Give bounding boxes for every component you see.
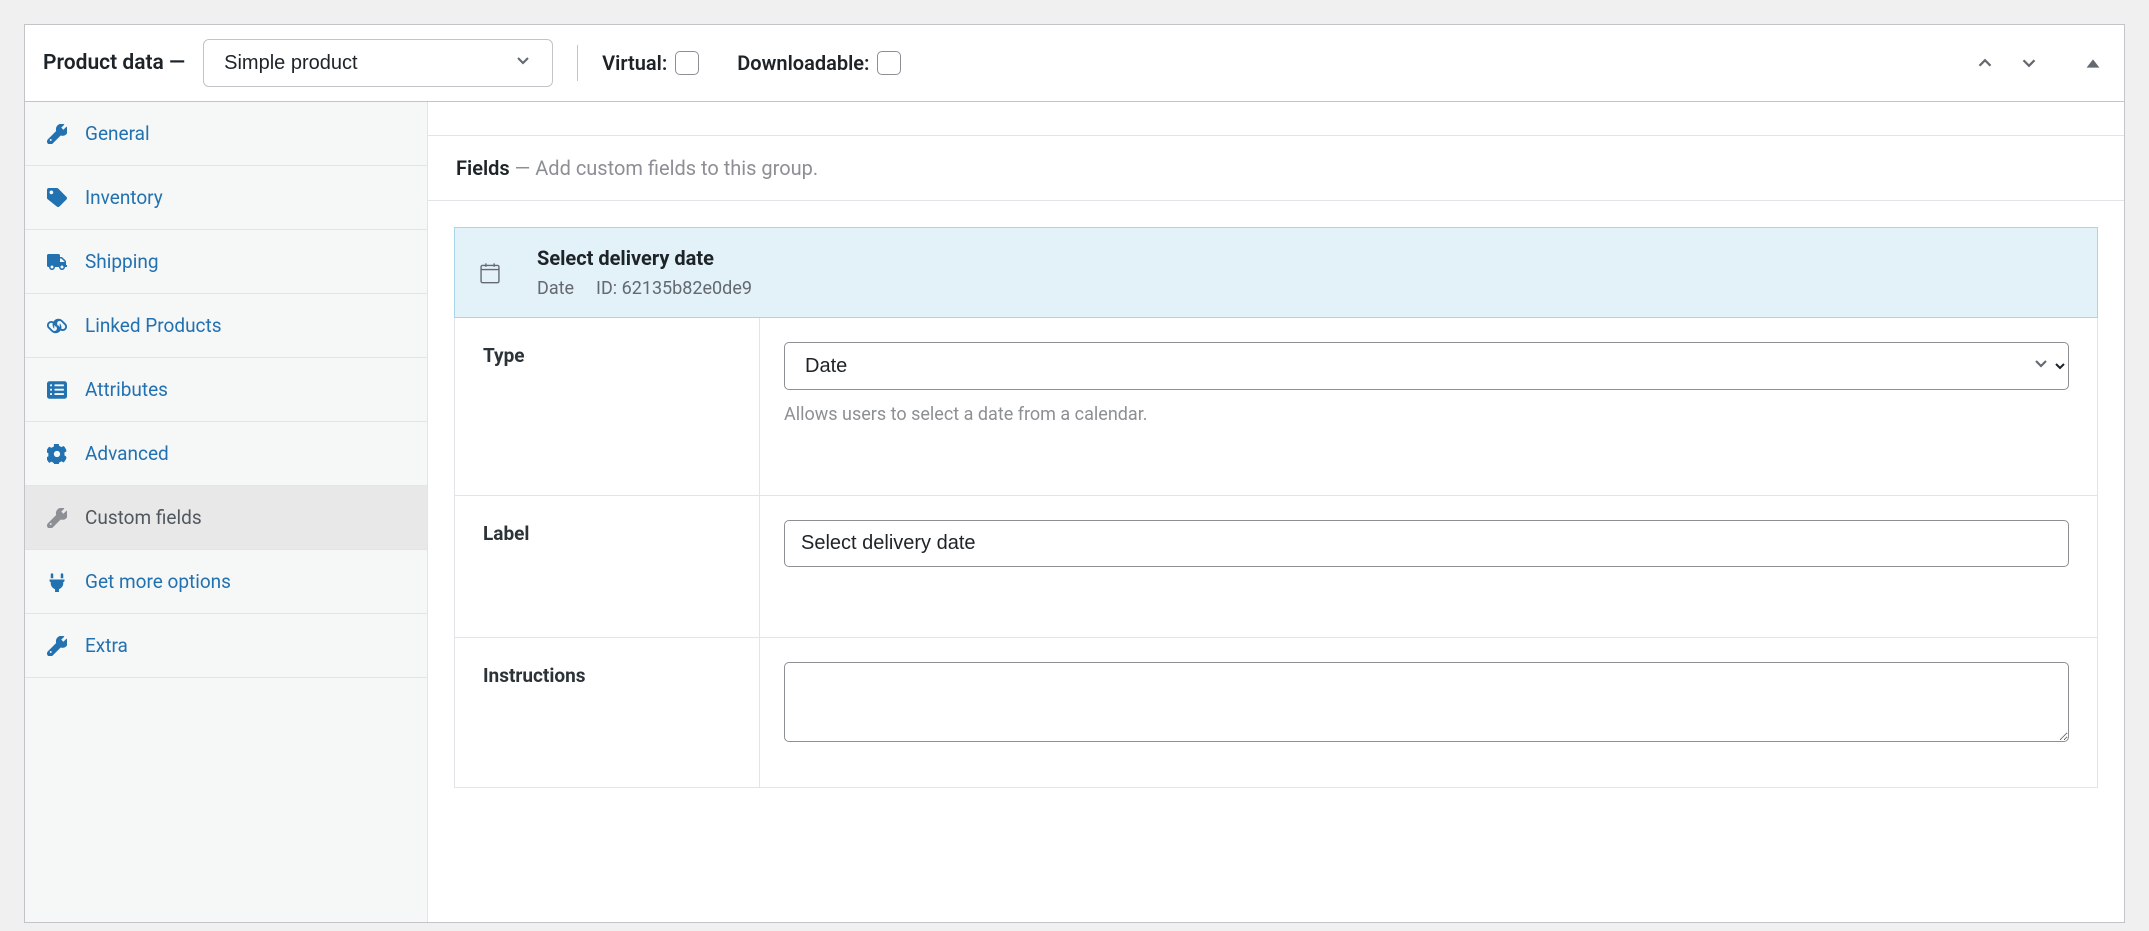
sidebar-item-general[interactable]: General bbox=[25, 102, 427, 166]
sidebar-item-get-more-options[interactable]: Get more options bbox=[25, 550, 427, 614]
collapse-toggle[interactable] bbox=[2080, 50, 2106, 76]
fields-heading: Fields — Add custom fields to this group… bbox=[428, 136, 2124, 201]
wrench-icon bbox=[47, 636, 67, 656]
downloadable-toggle[interactable]: Downloadable: bbox=[737, 51, 901, 75]
label-label: Label bbox=[455, 496, 760, 637]
field-type-badge: Date bbox=[537, 278, 574, 299]
sidebar-item-extra[interactable]: Extra bbox=[25, 614, 427, 678]
field-card-info: Select delivery date Date ID: 62135b82e0… bbox=[537, 246, 752, 299]
content-top-spacer bbox=[428, 102, 2124, 136]
field-card-wrap: Select delivery date Date ID: 62135b82e0… bbox=[428, 201, 2124, 814]
content-area: Fields — Add custom fields to this group… bbox=[428, 102, 2124, 922]
instructions-control bbox=[760, 638, 2097, 787]
sidebar-item-label: Get more options bbox=[85, 570, 231, 593]
list-icon bbox=[47, 380, 67, 400]
separator bbox=[577, 45, 578, 81]
sidebar-item-label: Advanced bbox=[85, 442, 169, 465]
form-row-type: Type Date Allows users to select a dat bbox=[455, 318, 2097, 496]
panel-title: Product data — bbox=[43, 51, 185, 75]
virtual-toggle[interactable]: Virtual: bbox=[602, 51, 699, 75]
type-select[interactable]: Date bbox=[784, 342, 2069, 390]
form-row-instructions: Instructions bbox=[455, 638, 2097, 787]
downloadable-checkbox[interactable] bbox=[877, 51, 901, 75]
move-up-button[interactable] bbox=[1972, 50, 1998, 76]
field-card-header[interactable]: Select delivery date Date ID: 62135b82e0… bbox=[454, 227, 2098, 318]
wrench-icon bbox=[47, 124, 67, 144]
virtual-label: Virtual: bbox=[602, 51, 667, 75]
gear-icon bbox=[47, 444, 67, 464]
product-type-select[interactable]: Simple product bbox=[203, 39, 553, 87]
move-down-button[interactable] bbox=[2016, 50, 2042, 76]
sidebar-item-attributes[interactable]: Attributes bbox=[25, 358, 427, 422]
sidebar-item-label: Extra bbox=[85, 634, 128, 657]
label-input[interactable] bbox=[784, 520, 2069, 567]
type-help: Allows users to select a date from a cal… bbox=[784, 404, 2069, 425]
sidebar-item-label: Shipping bbox=[85, 250, 159, 273]
sidebar-item-label: Inventory bbox=[85, 186, 163, 209]
sidebar-item-label: General bbox=[85, 122, 150, 145]
sidebar-item-linked-products[interactable]: Linked Products bbox=[25, 294, 427, 358]
sidebar: General Inventory Shipping Linked Produc… bbox=[25, 102, 428, 922]
product-type-select-wrap: Simple product bbox=[203, 39, 553, 87]
truck-icon bbox=[47, 252, 67, 272]
tag-icon bbox=[47, 188, 67, 208]
label-control bbox=[760, 496, 2097, 637]
fields-label: Fields bbox=[456, 156, 510, 180]
link-icon bbox=[47, 316, 67, 336]
type-select-wrap: Date bbox=[784, 342, 2069, 390]
wrench-icon bbox=[47, 508, 67, 528]
sidebar-item-advanced[interactable]: Advanced bbox=[25, 422, 427, 486]
field-id: ID: 62135b82e0de9 bbox=[596, 278, 752, 299]
field-meta: Date ID: 62135b82e0de9 bbox=[537, 278, 752, 299]
panel-header: Product data — Simple product Virtual: D… bbox=[25, 25, 2124, 102]
instructions-textarea[interactable] bbox=[784, 662, 2069, 742]
product-data-panel: Product data — Simple product Virtual: D… bbox=[24, 24, 2125, 923]
instructions-label: Instructions bbox=[455, 638, 760, 787]
panel-body: General Inventory Shipping Linked Produc… bbox=[25, 102, 2124, 922]
type-label: Type bbox=[455, 318, 760, 495]
downloadable-label: Downloadable: bbox=[737, 51, 869, 75]
type-control: Date Allows users to select a date from … bbox=[760, 318, 2097, 495]
sidebar-item-label: Linked Products bbox=[85, 314, 222, 337]
field-title: Select delivery date bbox=[537, 246, 752, 270]
fields-sep: — bbox=[510, 156, 536, 180]
sidebar-item-label: Custom fields bbox=[85, 506, 202, 529]
sidebar-item-inventory[interactable]: Inventory bbox=[25, 166, 427, 230]
sidebar-item-custom-fields[interactable]: Custom fields bbox=[25, 486, 427, 550]
calendar-icon bbox=[479, 262, 501, 284]
sidebar-item-label: Attributes bbox=[85, 378, 168, 401]
plug-icon bbox=[47, 572, 67, 592]
sidebar-item-shipping[interactable]: Shipping bbox=[25, 230, 427, 294]
form-row-label: Label bbox=[455, 496, 2097, 638]
fields-hint: Add custom fields to this group. bbox=[535, 156, 818, 180]
virtual-checkbox[interactable] bbox=[675, 51, 699, 75]
field-form: Type Date Allows users to select a dat bbox=[454, 318, 2098, 788]
